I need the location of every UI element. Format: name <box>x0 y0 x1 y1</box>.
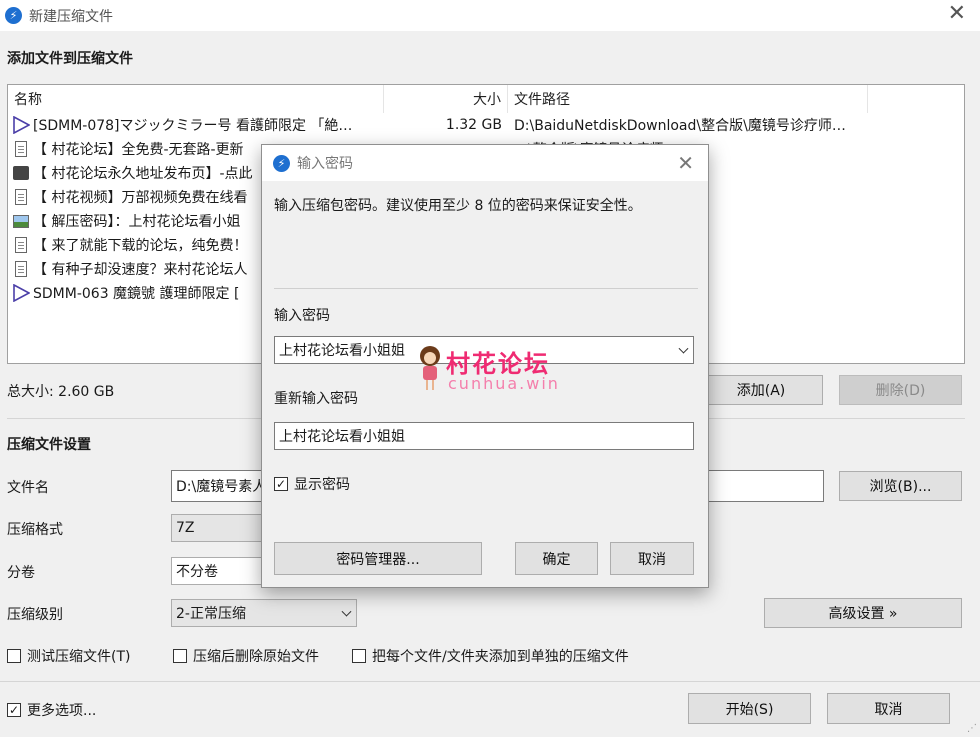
confirm-password-label: 重新输入密码 <box>274 391 358 407</box>
watermark-subtitle: cunhua.win <box>448 374 560 393</box>
test-archive-checkbox[interactable]: 测试压缩文件(T) <box>7 646 130 666</box>
level-label: 压缩级别 <box>7 607 63 623</box>
document-icon <box>12 188 30 206</box>
password-value: 上村花论坛看小姐姐 <box>279 343 405 359</box>
format-value: 7Z <box>176 520 195 536</box>
column-header-path[interactable]: 文件路径 <box>508 85 868 113</box>
show-password-label: 显示密码 <box>294 477 350 493</box>
video-play-icon <box>12 284 30 302</box>
total-size: 总大小: 2.60 GB <box>7 384 115 400</box>
advanced-settings-button[interactable]: 高级设置 » <box>764 598 962 628</box>
window-title: 新建压缩文件 <box>29 8 113 25</box>
file-name: 【 村花视频】万部视频免费在线看 <box>33 190 248 206</box>
table-row[interactable]: [SDMM-078]マジックミラー号 看護師限定 「絶… 1.32 GB D:\Ba… <box>8 113 964 137</box>
checkbox-box <box>352 649 366 663</box>
browse-button[interactable]: 浏览(B)... <box>839 471 962 501</box>
dialog-cancel-button[interactable]: 取消 <box>610 542 694 575</box>
chevron-down-icon <box>341 606 352 617</box>
dialog-divider <box>274 288 698 289</box>
file-size: 1.32 GB <box>445 117 502 133</box>
cancel-button[interactable]: 取消 <box>827 693 950 724</box>
document-icon <box>12 260 30 278</box>
dialog-description: 输入压缩包密码。建议使用至少 8 位的密码来保证安全性。 <box>274 198 642 214</box>
format-label: 压缩格式 <box>7 522 63 538</box>
image-icon <box>12 212 30 230</box>
ok-button[interactable]: 确定 <box>515 542 598 575</box>
document-icon <box>12 140 30 158</box>
level-select[interactable]: 2-正常压缩 <box>171 599 357 627</box>
separate-archives-checkbox[interactable]: 把每个文件/文件夹添加到单独的压缩文件 <box>352 646 629 666</box>
volume-value: 不分卷 <box>176 564 218 580</box>
password-manager-button[interactable]: 密码管理器... <box>274 542 482 575</box>
file-name: 【 来了就能下载的论坛，纯免费！ <box>33 238 248 254</box>
resize-grip-icon[interactable]: ⋰ <box>967 723 977 734</box>
more-options-checkbox[interactable]: ✓ 更多选项... <box>7 700 96 720</box>
files-section-title: 添加文件到压缩文件 <box>7 51 133 67</box>
file-name: 【 有种子却没速度？来村花论坛人 <box>33 262 248 278</box>
show-password-checkbox[interactable]: ✓ 显示密码 <box>274 474 350 494</box>
file-list-header: 名称 大小 文件路径 <box>8 85 964 113</box>
column-header-name[interactable]: 名称 <box>8 85 384 113</box>
checkbox-box <box>173 649 187 663</box>
more-options-label: 更多选项... <box>27 703 97 719</box>
girl-mascot-icon <box>418 346 442 390</box>
video-play-icon <box>12 116 30 134</box>
file-name: 【 解压密码】：上村花论坛看小姐 <box>33 214 241 230</box>
file-name: SDMM-063 魔鏡號 護理師限定 [ <box>33 286 240 302</box>
watermark: 村花论坛 cunhua.win <box>414 344 584 396</box>
window-titlebar: ⚡ 新建压缩文件 ✕ <box>0 0 980 31</box>
file-name: [SDMM-078]マジックミラー号 看護師限定 「絶… <box>33 118 353 134</box>
checkmark-icon: ✓ <box>274 477 288 491</box>
document-icon <box>12 236 30 254</box>
app-logo-icon: ⚡ <box>273 154 290 172</box>
volume-label: 分卷 <box>7 565 35 581</box>
checkmark-icon: ✓ <box>7 703 21 717</box>
checkbox-box <box>7 649 21 663</box>
dialog-titlebar: ⚡ 输入密码 ✕ <box>262 145 708 181</box>
filename-label: 文件名 <box>7 480 49 496</box>
delete-after-checkbox[interactable]: 压缩后删除原始文件 <box>173 646 319 666</box>
dialog-close-icon[interactable]: ✕ <box>677 151 694 175</box>
column-header-size[interactable]: 大小 <box>384 85 508 113</box>
divider <box>0 681 980 682</box>
test-archive-label: 测试压缩文件(T) <box>27 649 131 665</box>
chevron-down-icon[interactable] <box>678 343 689 354</box>
dialog-title: 输入密码 <box>297 156 353 172</box>
add-button[interactable]: 添加(A) <box>699 375 823 405</box>
level-value: 2-正常压缩 <box>176 606 246 622</box>
separate-archives-label: 把每个文件/文件夹添加到单独的压缩文件 <box>372 649 629 665</box>
app-logo-icon: ⚡ <box>5 7 22 24</box>
confirm-password-input[interactable]: 上村花论坛看小姐姐 <box>274 422 694 450</box>
delete-button[interactable]: 删除(D) <box>839 375 962 405</box>
file-name: 【 村花论坛永久地址发布页】-点此 <box>33 166 253 182</box>
start-button[interactable]: 开始(S) <box>688 693 811 724</box>
window-close-icon[interactable]: ✕ <box>948 2 966 26</box>
password-label: 输入密码 <box>274 308 330 324</box>
executable-icon <box>12 164 30 182</box>
settings-section-title: 压缩文件设置 <box>7 437 91 453</box>
file-name: 【 村花论坛】全免费-无套路-更新 <box>33 142 244 158</box>
file-name-cell: [SDMM-078]マジックミラー号 看護師限定 「絶… <box>8 115 384 135</box>
delete-after-label: 压缩后删除原始文件 <box>193 649 319 665</box>
file-path: D:\BaiduNetdiskDownload\整合版\魔镜号诊疗师… <box>514 118 846 134</box>
